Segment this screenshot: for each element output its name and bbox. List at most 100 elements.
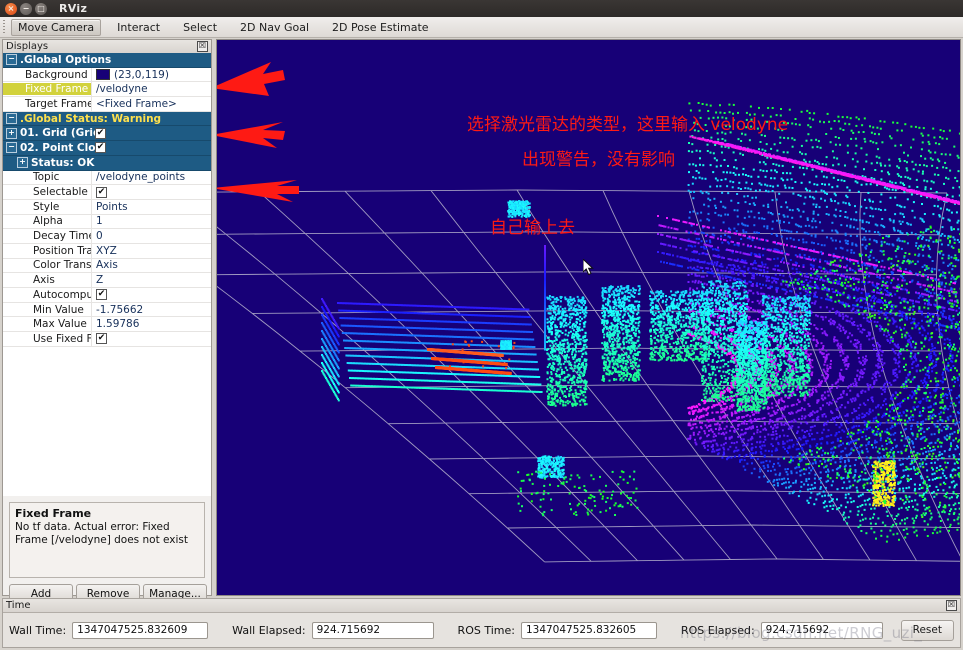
- property-name: Max Value: [33, 318, 87, 331]
- toolbar-2d-pose-estimate[interactable]: 2D Pose Estimate: [325, 19, 436, 36]
- reset-button[interactable]: Reset: [900, 619, 954, 641]
- property-row[interactable]: Min Value -1.75662: [3, 302, 211, 318]
- expand-icon[interactable]: +: [6, 127, 17, 139]
- property-name: Color Transform: [33, 259, 91, 272]
- property-checkbox[interactable]: ✔: [96, 186, 107, 198]
- property-row[interactable]: Selectable ✔: [3, 185, 211, 200]
- visibility-checkbox[interactable]: ✔: [95, 127, 106, 139]
- property-value[interactable]: 0: [91, 229, 211, 243]
- property-row[interactable]: Alpha 1: [3, 214, 211, 230]
- property-name: Background Color: [25, 68, 91, 81]
- collapse-icon[interactable]: −: [6, 54, 17, 66]
- property-row[interactable]: Background Color (23,0,119): [3, 67, 211, 83]
- property-row[interactable]: Decay Time 0: [3, 229, 211, 244]
- toolbar-move-camera[interactable]: Move Camera: [11, 18, 102, 36]
- property-row[interactable]: Color TransformAxis: [3, 258, 211, 274]
- tree-category-label: 01. Grid (Grid): [20, 127, 95, 140]
- toolbar-grip-handle[interactable]: [1, 19, 8, 35]
- displays-panel-title: Displays: [6, 41, 49, 52]
- property-row[interactable]: Autocompute V ✔: [3, 288, 211, 303]
- property-row[interactable]: Position TransfoXYZ: [3, 243, 211, 259]
- property-name: Topic: [33, 171, 60, 184]
- displays-panel-header: Displays ☒: [3, 40, 211, 54]
- time-panel: Time ☒ Wall Time: 1347047525.832609 Wall E…: [2, 598, 961, 648]
- visibility-checkbox[interactable]: ✔: [95, 142, 106, 154]
- property-value[interactable]: (23,0,119): [91, 67, 211, 82]
- status-message: No tf data. Actual error: Fixed Frame [/…: [15, 521, 189, 546]
- window-title: RViz: [59, 2, 88, 15]
- ann-lidar-type: 选择激光雷达的类型，这里输入 velodyne: [467, 115, 789, 135]
- rviz-window: × − □ RViz Move Camera Interact Select 2D N…: [0, 0, 963, 650]
- displays-panel: Displays ☒ −.Global OptionsBackground Co…: [2, 39, 212, 603]
- property-checkbox[interactable]: ✔: [96, 333, 107, 345]
- time-label-0: Wall Time:: [9, 623, 67, 637]
- property-row[interactable]: Target Frame <Fixed Frame>: [3, 97, 211, 112]
- property-name: Selectable: [33, 186, 88, 199]
- property-row[interactable]: Style Points: [3, 199, 211, 215]
- property-value[interactable]: Points: [91, 199, 211, 214]
- property-value[interactable]: ✔: [91, 288, 211, 302]
- time-field-2[interactable]: 1347047525.832605: [520, 621, 657, 639]
- toolbar-2d-nav-goal[interactable]: 2D Nav Goal: [233, 19, 316, 36]
- collapse-icon[interactable]: −: [6, 142, 17, 154]
- property-value-text: (23,0,119): [114, 68, 169, 81]
- close-icon[interactable]: ☒: [946, 600, 957, 611]
- color-swatch[interactable]: [96, 69, 110, 81]
- tree-category-label: .Global Options: [20, 53, 112, 66]
- tree-category-row[interactable]: − .Global Status: Warning: [3, 111, 211, 127]
- property-checkbox[interactable]: ✔: [96, 289, 107, 301]
- property-name: Decay Time: [33, 230, 91, 243]
- tree-category-row[interactable]: + Status: OK: [3, 155, 211, 171]
- time-label-1: Wall Elapsed:: [232, 623, 306, 637]
- render-viewport[interactable]: 选择激光雷达的类型，这里输入 velodyne 出现警告，没有影响 自己输上去: [216, 39, 961, 596]
- property-value[interactable]: <Fixed Frame>: [91, 97, 211, 111]
- tree-category-row[interactable]: −02. Point Cloud2 (✔: [3, 141, 211, 156]
- minimize-window-icon[interactable]: −: [20, 2, 32, 15]
- tree-category-label: .Global Status: Warning: [20, 112, 162, 125]
- time-panel-title: Time: [6, 600, 31, 611]
- toolbar-select[interactable]: Select: [176, 19, 224, 36]
- property-value[interactable]: Axis: [91, 258, 211, 273]
- window-controls: × − □: [5, 2, 47, 15]
- property-name: Use Fixed Frame: [33, 332, 91, 345]
- property-name: Target Frame: [25, 97, 91, 110]
- property-value[interactable]: ✔: [91, 185, 211, 199]
- time-field-3[interactable]: 924.715692: [760, 621, 883, 639]
- property-value[interactable]: Z: [91, 273, 211, 287]
- property-name: Min Value: [33, 303, 84, 316]
- expand-icon[interactable]: +: [17, 157, 28, 169]
- property-value[interactable]: 1: [91, 214, 211, 229]
- property-row[interactable]: Max Value 1.59786: [3, 317, 211, 333]
- ann-warning-ok: 出现警告，没有影响: [522, 150, 675, 170]
- time-label-3: ROS Elapsed:: [680, 623, 755, 637]
- property-row[interactable]: Topic/velodyne_points: [3, 170, 211, 186]
- property-name: Axis: [33, 274, 55, 287]
- close-window-icon[interactable]: ×: [5, 2, 17, 15]
- property-name: Fixed Frame: [3, 83, 91, 96]
- time-field-1[interactable]: 924.715692: [311, 621, 434, 639]
- property-row[interactable]: Fixed Frame/velodyne: [3, 82, 211, 98]
- display-tree[interactable]: −.Global OptionsBackground Color(23,0,11…: [3, 53, 211, 496]
- property-value[interactable]: XYZ: [91, 243, 211, 258]
- time-panel-header: Time ☒: [3, 599, 960, 613]
- property-value[interactable]: ✔: [91, 332, 211, 346]
- property-value[interactable]: /velodyne_points: [91, 170, 211, 185]
- property-name: Autocompute V: [33, 288, 91, 301]
- tree-category-label: 02. Point Cloud2 (: [20, 141, 95, 154]
- collapse-icon[interactable]: −: [6, 113, 17, 125]
- tree-category-row[interactable]: − .Global Options: [3, 53, 211, 68]
- property-row[interactable]: Axis Z: [3, 273, 211, 288]
- property-row[interactable]: Use Fixed Frame ✔: [3, 332, 211, 347]
- toolbar-interact[interactable]: Interact: [110, 19, 167, 36]
- property-name: Alpha: [33, 215, 63, 228]
- tree-category-row[interactable]: +01. Grid (Grid)✔: [3, 126, 211, 142]
- close-icon[interactable]: ☒: [197, 41, 208, 52]
- status-message-box: Fixed Frame No tf data. Actual error: Fi…: [9, 502, 205, 578]
- maximize-window-icon[interactable]: □: [35, 2, 47, 15]
- property-name: Style: [33, 200, 60, 213]
- property-value[interactable]: -1.75662: [91, 302, 211, 317]
- property-value[interactable]: 1.59786: [91, 317, 211, 332]
- main-toolbar: Move Camera Interact Select 2D Nav Goal 2D P…: [0, 17, 963, 38]
- property-value[interactable]: /velodyne: [91, 82, 211, 97]
- time-field-0[interactable]: 1347047525.832609: [72, 621, 209, 639]
